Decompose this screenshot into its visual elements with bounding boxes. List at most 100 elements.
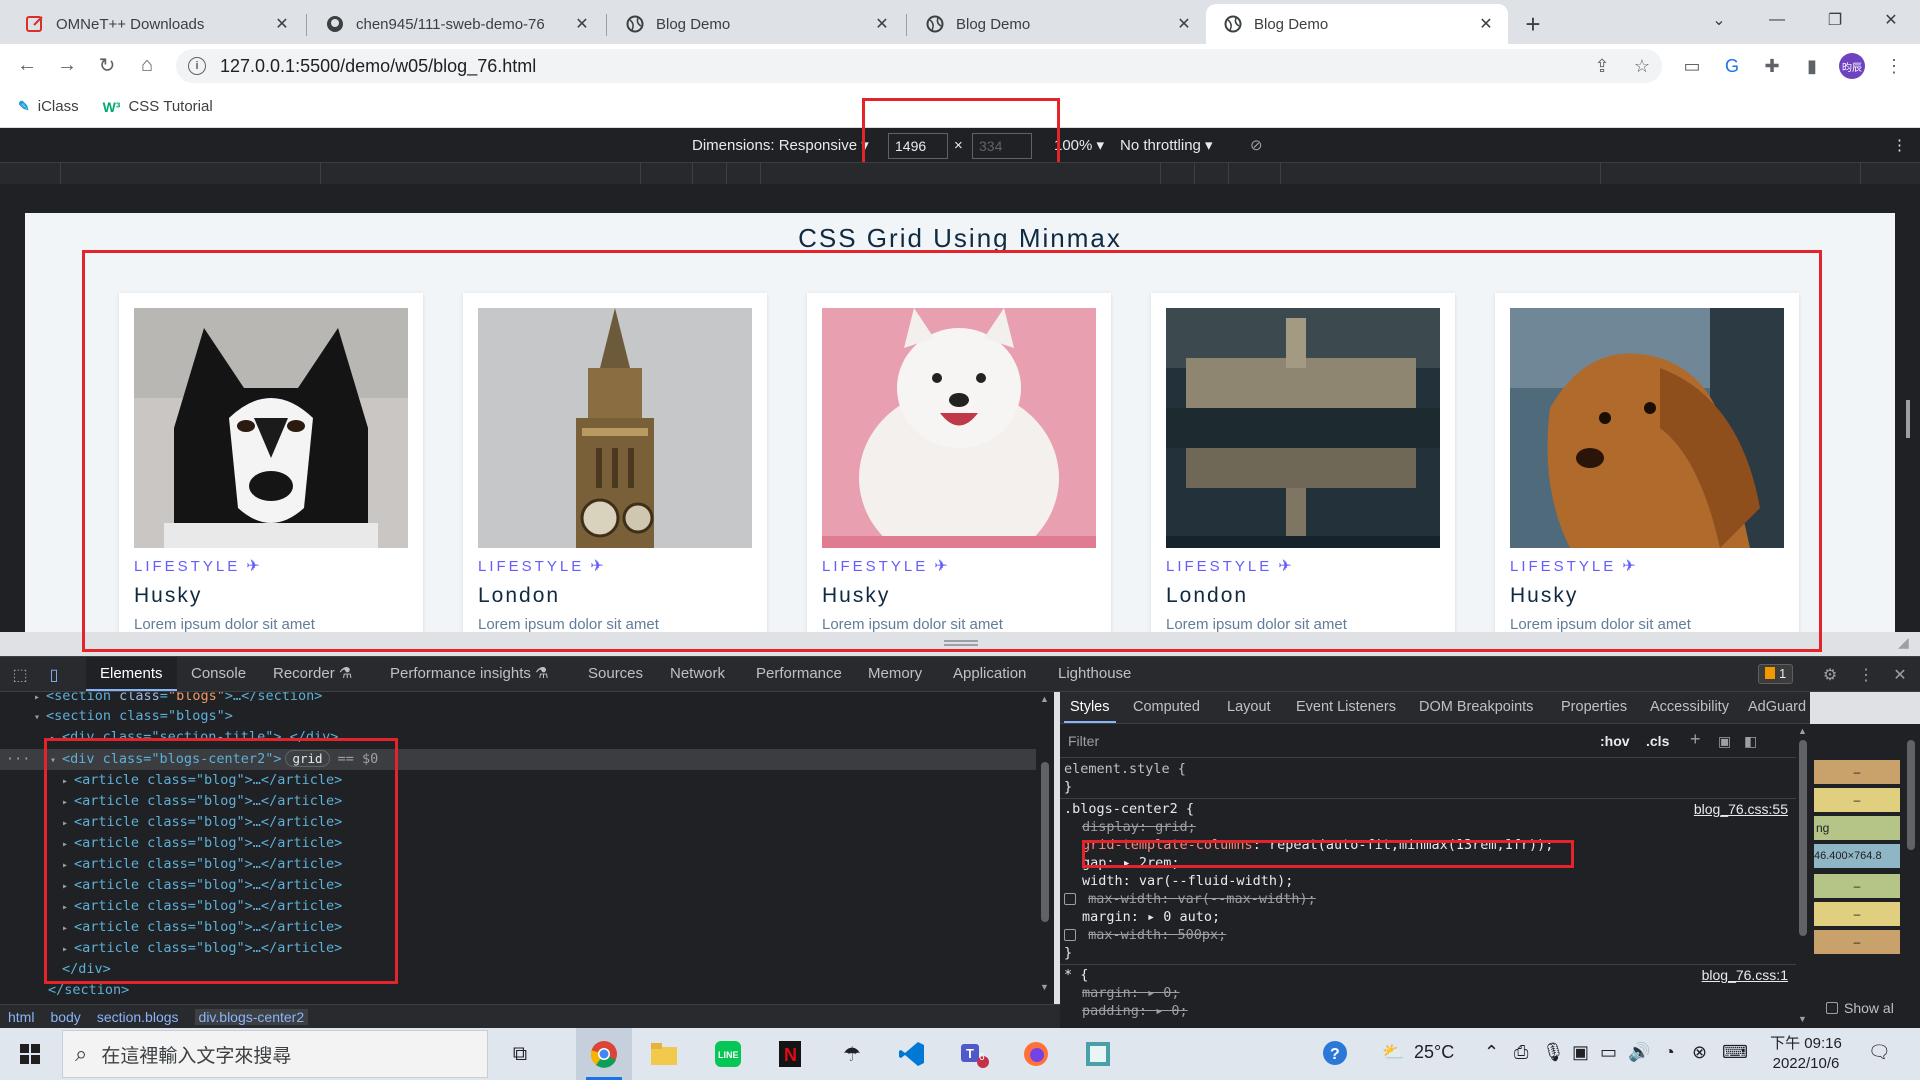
extensions-puzzle-icon[interactable]: ✚: [1760, 54, 1784, 78]
tab-adguard[interactable]: AdGuard: [1748, 692, 1806, 723]
close-icon[interactable]: ✕: [1474, 12, 1498, 36]
tab-github[interactable]: chen945/111-sweb-demo-76 ✕: [308, 4, 604, 44]
forward-button[interactable]: →: [52, 50, 82, 80]
tab-performance-insights[interactable]: Performance insights ⚗: [390, 657, 549, 691]
weather-app-icon[interactable]: ☂: [836, 1038, 868, 1070]
breadcrumb-section[interactable]: section.blogs: [97, 1009, 179, 1025]
element-state-icon[interactable]: ▣: [1718, 733, 1731, 750]
device-toggle-icon[interactable]: ▯: [44, 665, 64, 685]
bookmark-star-icon[interactable]: ☆: [1630, 54, 1654, 78]
viewport-right-resize-handle[interactable]: [1906, 400, 1910, 438]
device-icon[interactable]: ⎙: [1514, 1042, 1528, 1063]
new-rule-plus-icon[interactable]: +: [1690, 729, 1701, 750]
windows-start-icon[interactable]: [14, 1038, 46, 1070]
chrome-icon[interactable]: [588, 1038, 620, 1070]
share-icon[interactable]: ⇪: [1590, 54, 1614, 78]
tab-blog-demo-2[interactable]: Blog Demo ✕: [908, 4, 1206, 44]
system-clock[interactable]: 下午 09:16 2022/10/6: [1756, 1034, 1856, 1074]
tab-elements[interactable]: Elements: [86, 657, 177, 691]
element-style-rule[interactable]: element.style {: [1060, 760, 1796, 778]
declaration-checkbox[interactable]: [1064, 929, 1076, 941]
tab-event-listeners[interactable]: Event Listeners: [1296, 692, 1396, 723]
tab-network[interactable]: Network: [670, 657, 725, 691]
tab-layout[interactable]: Layout: [1227, 692, 1271, 723]
microphone-icon[interactable]: 🎙: [1542, 1042, 1565, 1063]
tab-blog-demo-active[interactable]: Blog Demo ✕: [1206, 4, 1508, 44]
new-tab-button[interactable]: +: [1518, 9, 1548, 39]
close-icon[interactable]: ✕: [1172, 12, 1196, 36]
inspect-element-icon[interactable]: ⬚: [10, 665, 30, 685]
bookmark-iclass[interactable]: ✎ iClass: [18, 98, 79, 115]
url-text[interactable]: 127.0.0.1:5500/demo/w05/blog_76.html: [220, 56, 536, 77]
tab-search-chevron-icon[interactable]: ⌄: [1690, 0, 1748, 40]
dom-node[interactable]: ▸ <section class="blogs">…</section>: [0, 692, 1036, 707]
throttling-select[interactable]: No throttling ▾: [1120, 136, 1213, 154]
tab-omnet[interactable]: OMNeT++ Downloads ✕: [8, 4, 304, 44]
google-translate-icon[interactable]: G: [1720, 54, 1744, 78]
rule-source-link[interactable]: blog_76.css:55: [1694, 800, 1788, 818]
tab-properties[interactable]: Properties: [1561, 692, 1627, 723]
display-icon[interactable]: ▣: [1572, 1042, 1589, 1063]
rule-source-link[interactable]: blog_76.css:1: [1702, 966, 1788, 984]
css-declaration[interactable]: margin: ▸ 0;: [1060, 984, 1796, 1002]
profile-avatar[interactable]: 昀辰: [1839, 53, 1865, 79]
help-icon[interactable]: ?: [1322, 1040, 1348, 1071]
address-bar[interactable]: i 127.0.0.1:5500/demo/w05/blog_76.html: [176, 49, 1662, 83]
back-button[interactable]: ←: [12, 50, 42, 80]
close-icon[interactable]: ✕: [870, 12, 894, 36]
rule-selector[interactable]: .blogs-center2 { blog_76.css:55: [1060, 800, 1796, 818]
rotate-icon[interactable]: ⊘: [1250, 136, 1263, 154]
box-scrollbar[interactable]: [1904, 724, 1918, 1028]
bookmark-css-tutorial[interactable]: W³ CSS Tutorial: [103, 98, 213, 115]
home-button[interactable]: ⌂: [132, 50, 162, 80]
browser-menu-icon[interactable]: ⋮: [1882, 54, 1906, 78]
settings-gear-icon[interactable]: ⚙: [1820, 665, 1840, 685]
vscode-icon[interactable]: [896, 1038, 928, 1070]
css-declaration-disabled[interactable]: max-width: 500px;: [1060, 926, 1796, 944]
tab-dom-breakpoints[interactable]: DOM Breakpoints: [1419, 692, 1533, 723]
styles-filter-input[interactable]: Filter: [1068, 733, 1099, 749]
css-declaration-disabled[interactable]: max-width: var(--max-width);: [1060, 890, 1796, 908]
breadcrumb-html[interactable]: html: [8, 1009, 34, 1025]
extension-line-icon[interactable]: ▭: [1680, 54, 1704, 78]
minimize-button[interactable]: —: [1748, 0, 1806, 40]
css-declaration[interactable]: margin: ▸ 0 auto;: [1060, 908, 1796, 926]
styles-scrollbar[interactable]: ▲ ▼: [1796, 724, 1810, 1028]
cls-toggle[interactable]: .cls: [1646, 733, 1669, 749]
viewport-bottom-resize-handle[interactable]: [944, 640, 978, 646]
notepad-icon[interactable]: [1082, 1038, 1114, 1070]
file-explorer-icon[interactable]: [648, 1038, 680, 1070]
tab-application[interactable]: Application: [953, 657, 1026, 691]
devtools-menu-icon[interactable]: ⋮: [1856, 665, 1876, 685]
reload-button[interactable]: ↻: [92, 50, 122, 80]
tab-computed[interactable]: Computed: [1133, 692, 1200, 723]
hov-toggle[interactable]: :hov: [1600, 733, 1630, 749]
firefox-icon[interactable]: [1020, 1038, 1052, 1070]
tab-performance[interactable]: Performance: [756, 657, 842, 691]
tab-memory[interactable]: Memory: [868, 657, 922, 691]
restore-button[interactable]: ❐: [1806, 0, 1864, 40]
task-view-icon[interactable]: ⧉: [504, 1038, 536, 1070]
taskbar-search-input[interactable]: ⌕ 在這裡輸入文字來搜尋: [62, 1030, 488, 1078]
site-info-icon[interactable]: i: [188, 57, 206, 75]
tab-lighthouse[interactable]: Lighthouse: [1058, 657, 1131, 691]
close-icon[interactable]: ✕: [570, 12, 594, 36]
tab-console[interactable]: Console: [191, 657, 246, 691]
netflix-icon[interactable]: N: [774, 1038, 806, 1070]
css-declaration[interactable]: padding: ▸ 0;: [1060, 1002, 1796, 1020]
tab-blog-demo-1[interactable]: Blog Demo ✕: [608, 4, 904, 44]
battery-icon[interactable]: ▭: [1600, 1042, 1617, 1063]
declaration-checkbox[interactable]: [1064, 893, 1076, 905]
close-icon[interactable]: ✕: [270, 12, 294, 36]
show-hidden-icons-chevron-icon[interactable]: ⌃: [1484, 1042, 1499, 1063]
volume-icon[interactable]: 🔊: [1628, 1042, 1650, 1063]
viewport-corner-resize-handle[interactable]: ◢: [1898, 634, 1909, 651]
side-panel-icon[interactable]: ▮: [1800, 54, 1824, 78]
dom-node[interactable]: ▾ <section class="blogs">: [0, 706, 1036, 727]
elements-scrollbar[interactable]: ▲ ▼: [1036, 692, 1054, 1004]
issues-badge[interactable]: 1: [1758, 664, 1794, 684]
breadcrumb-body[interactable]: body: [50, 1009, 80, 1025]
wifi-icon[interactable]: ◔: [1664, 1042, 1675, 1063]
notification-center-icon[interactable]: 🗨: [1868, 1042, 1891, 1063]
line-app-icon[interactable]: LINE: [712, 1038, 744, 1070]
